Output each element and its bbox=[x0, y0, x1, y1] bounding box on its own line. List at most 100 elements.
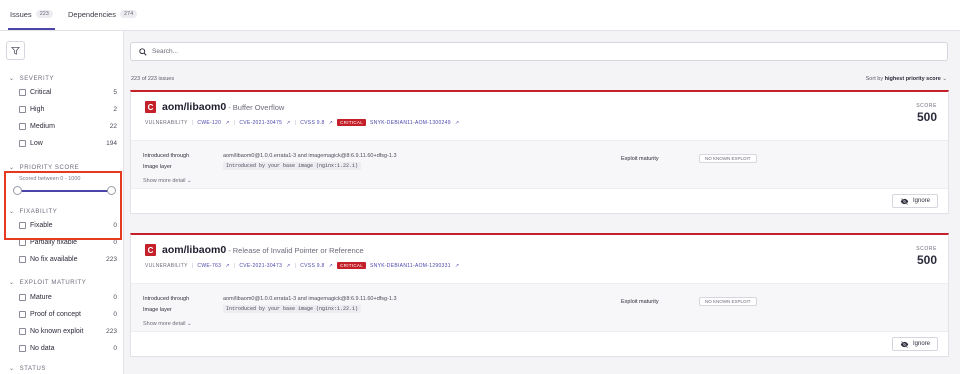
filter-count: 22 bbox=[109, 123, 117, 130]
cvss-link[interactable]: CVSS 9.8 bbox=[300, 263, 324, 269]
chevron-down-icon: ⌄ bbox=[187, 321, 192, 327]
issue-package[interactable]: aom/libaom0 bbox=[162, 101, 226, 113]
filter-medium[interactable]: Medium 22 bbox=[19, 123, 117, 130]
mature-checkbox[interactable] bbox=[19, 294, 26, 301]
issue-title: - Release of Invalid Pointer or Referenc… bbox=[228, 246, 364, 255]
critical-badge: CRITICAL bbox=[337, 262, 367, 269]
filter-count: 0 bbox=[113, 294, 117, 301]
filter-no-known-exploit[interactable]: No known exploit 223 bbox=[19, 328, 117, 335]
filter-toggle-button[interactable] bbox=[6, 41, 25, 60]
critical-badge: CRITICAL bbox=[337, 119, 367, 126]
ignore-button[interactable]: Ignore bbox=[891, 194, 938, 208]
filter-mature[interactable]: Mature 0 bbox=[19, 294, 117, 301]
status-section-toggle[interactable]: ⌄ STATUS bbox=[9, 365, 46, 373]
snyk-id-link[interactable]: SNYK-DEBIAN11-AOM-1290331 bbox=[370, 263, 451, 269]
ignore-label: Ignore bbox=[912, 198, 930, 204]
exploit-maturity-badge: NO KNOWN EXPLOIT bbox=[699, 297, 757, 306]
proof-of-concept-checkbox[interactable] bbox=[19, 311, 26, 318]
severity-badge: C bbox=[145, 101, 156, 113]
tab-dependencies-count: 274 bbox=[119, 10, 138, 18]
exploit-maturity-section-toggle[interactable]: ⌄ EXPLOIT MATURITY bbox=[9, 279, 87, 287]
no-known-exploit-checkbox[interactable] bbox=[19, 328, 26, 335]
chevron-down-icon: ⌄ bbox=[9, 76, 15, 82]
show-more-label: Show more detail bbox=[143, 321, 186, 327]
low-checkbox[interactable] bbox=[19, 140, 26, 147]
high-checkbox[interactable] bbox=[19, 106, 26, 113]
external-link-icon: ↗ bbox=[225, 119, 230, 126]
exploit-maturity-label: Exploit maturity bbox=[621, 156, 659, 162]
ignore-label: Ignore bbox=[912, 341, 930, 347]
filter-count: 0 bbox=[113, 311, 117, 318]
cwe-link[interactable]: CWE-763 bbox=[197, 263, 221, 269]
filter-low[interactable]: Low 194 bbox=[19, 140, 117, 147]
external-link-icon: ↗ bbox=[286, 262, 291, 269]
ignore-button[interactable]: Ignore bbox=[891, 337, 938, 351]
introduced-through-value: aom/libaom0@1.0.0.errata1-3 and imagemag… bbox=[223, 296, 397, 302]
filter-critical[interactable]: Critical 5 bbox=[19, 89, 117, 96]
filter-label: No fix available bbox=[30, 256, 78, 263]
search-bar[interactable] bbox=[130, 42, 948, 61]
image-layer-label: Image layer bbox=[143, 164, 172, 170]
filter-label: High bbox=[30, 106, 45, 113]
sort-dropdown[interactable]: Sort by highest priority score ⌄ bbox=[866, 76, 947, 82]
image-layer-label: Image layer bbox=[143, 307, 172, 313]
search-icon bbox=[139, 47, 147, 56]
show-more-detail-link[interactable]: Show more detail ⌄ bbox=[143, 178, 192, 184]
image-layer-value: Introduced by your base image (nginx:1.2… bbox=[223, 162, 362, 170]
external-link-icon: ↗ bbox=[328, 262, 334, 269]
snyk-id-link[interactable]: SNYK-DEBIAN11-AOM-1300249 bbox=[370, 120, 451, 126]
introduced-through-label: Introduced through bbox=[143, 153, 190, 159]
no-fix-checkbox[interactable] bbox=[19, 256, 26, 263]
tab-issues[interactable]: Issues 223 bbox=[8, 10, 55, 30]
introduced-through-label: Introduced through bbox=[143, 296, 190, 302]
filter-label: Proof of concept bbox=[30, 311, 81, 318]
filter-count: 223 bbox=[106, 328, 117, 335]
severity-badge: C bbox=[145, 244, 156, 256]
filter-high[interactable]: High 2 bbox=[19, 106, 117, 113]
cve-link[interactable]: CVE-2021-30475 bbox=[239, 120, 282, 126]
eye-slash-icon bbox=[900, 340, 909, 348]
severity-title: SEVERITY bbox=[19, 75, 55, 82]
tab-issues-count: 223 bbox=[35, 10, 53, 18]
filter-label: Low bbox=[30, 140, 43, 147]
filter-partially-fixable[interactable]: Partially fixable 0 bbox=[19, 239, 117, 246]
issue-card: C aom/libaom0 - Buffer Overflow VULNERAB… bbox=[130, 90, 949, 214]
filter-count: 5 bbox=[113, 89, 117, 96]
filter-label: Medium bbox=[30, 123, 55, 130]
partially-fixable-checkbox[interactable] bbox=[19, 239, 26, 246]
tab-dependencies[interactable]: Dependencies 274 bbox=[68, 10, 138, 30]
filter-no-fix-available[interactable]: No fix available 223 bbox=[19, 256, 117, 263]
external-link-icon: ↗ bbox=[454, 262, 460, 269]
tab-issues-label: Issues bbox=[10, 10, 32, 19]
no-data-checkbox[interactable] bbox=[19, 345, 26, 352]
filter-no-data[interactable]: No data 0 bbox=[19, 345, 117, 352]
tab-bar: Issues 223 Dependencies 274 bbox=[0, 0, 960, 31]
chevron-down-icon: ⌄ bbox=[9, 165, 15, 171]
external-link-icon: ↗ bbox=[286, 119, 291, 126]
exploit-maturity-title: EXPLOIT MATURITY bbox=[19, 279, 87, 286]
issue-package[interactable]: aom/libaom0 bbox=[162, 244, 226, 256]
external-link-icon: ↗ bbox=[225, 262, 230, 269]
filter-count: 223 bbox=[106, 256, 117, 263]
show-more-detail-link[interactable]: Show more detail ⌄ bbox=[143, 321, 192, 327]
priority-score-section-toggle[interactable]: ⌄ PRIORITY SCORE bbox=[9, 164, 79, 172]
critical-checkbox[interactable] bbox=[19, 89, 26, 96]
filter-count: 0 bbox=[113, 345, 117, 352]
filter-proof-of-concept[interactable]: Proof of concept 0 bbox=[19, 311, 117, 318]
severity-section-toggle[interactable]: ⌄ SEVERITY bbox=[9, 75, 55, 83]
medium-checkbox[interactable] bbox=[19, 123, 26, 130]
filter-label: Critical bbox=[30, 89, 52, 96]
fixability-highlight-box bbox=[4, 171, 122, 240]
filter-label: No data bbox=[30, 345, 55, 352]
score-value: 500 bbox=[916, 110, 937, 124]
filter-count: 0 bbox=[113, 239, 117, 246]
chevron-down-icon: ⌄ bbox=[9, 366, 15, 372]
search-input[interactable] bbox=[152, 48, 947, 55]
cwe-link[interactable]: CWE-120 bbox=[197, 120, 221, 126]
issue-count-summary: 223 of 223 issues bbox=[131, 76, 175, 82]
cvss-link[interactable]: CVSS 9.8 bbox=[300, 120, 324, 126]
cve-link[interactable]: CVE-2021-30473 bbox=[239, 263, 282, 269]
sort-prefix: Sort by bbox=[865, 76, 884, 82]
exploit-maturity-badge: NO KNOWN EXPLOIT bbox=[699, 154, 757, 163]
vulnerability-label: VULNERABILITY bbox=[145, 262, 188, 269]
